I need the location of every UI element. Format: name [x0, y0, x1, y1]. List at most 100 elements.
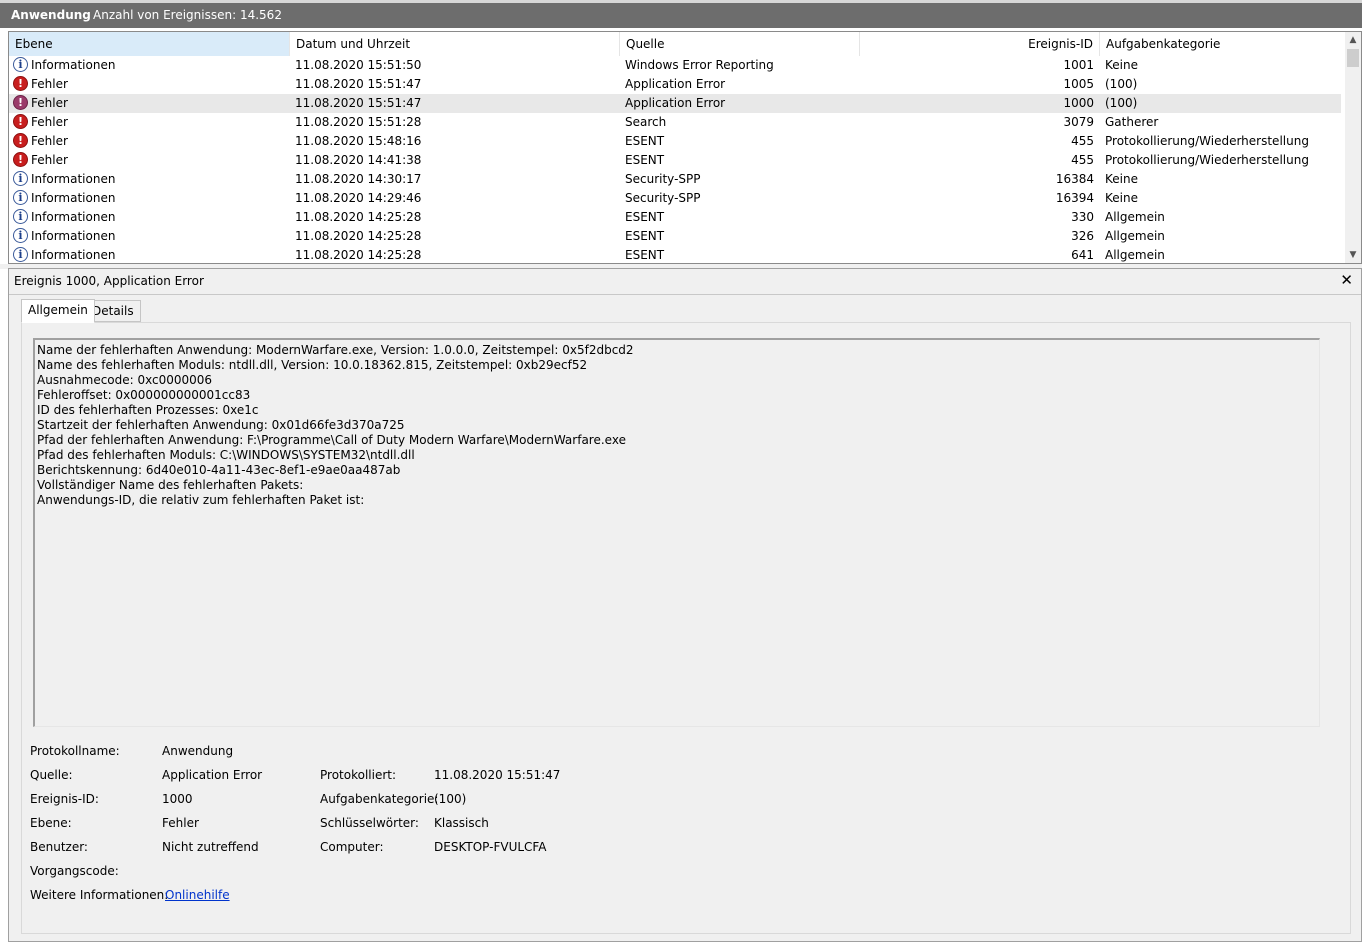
user-label: Benutzer:	[30, 840, 88, 854]
event-source: ESENT	[625, 153, 665, 167]
source-value: Application Error	[162, 768, 263, 782]
event-list-header: Ebene Datum und Uhrzeit Quelle Ereignis-…	[9, 32, 1346, 56]
event-date: 11.08.2020 14:29:46	[295, 191, 422, 205]
event-row[interactable]: i Informationen 11.08.2020 14:25:28 ESEN…	[9, 246, 1341, 263]
logged-value: 11.08.2020 15:51:47	[434, 768, 561, 782]
tab-allgemein[interactable]: Allgemein	[21, 299, 95, 323]
general-tab-panel: Name der fehlerhaften Anwendung: ModernW…	[21, 322, 1351, 934]
level-value: Fehler	[162, 816, 199, 830]
level-label: Ebene:	[30, 816, 72, 830]
event-row[interactable]: i Informationen 11.08.2020 14:29:46 Secu…	[9, 189, 1341, 208]
logged-label: Protokolliert:	[320, 768, 397, 782]
event-source: Security-SPP	[625, 191, 701, 205]
message-line: Pfad des fehlerhaften Moduls: C:\WINDOWS…	[37, 448, 415, 462]
event-category: Protokollierung/Wiederherstellung	[1105, 153, 1309, 167]
event-category: Keine	[1105, 191, 1138, 205]
event-source: Windows Error Reporting	[625, 58, 774, 72]
opcode-label: Vorgangscode:	[30, 864, 119, 878]
log-name: Anwendung	[11, 8, 91, 22]
user-value: Nicht zutreffend	[162, 840, 259, 854]
error-icon: !	[13, 76, 28, 91]
event-count: Anzahl von Ereignissen: 14.562	[93, 8, 282, 22]
event-id-label: Ereignis-ID:	[30, 792, 99, 806]
event-source: ESENT	[625, 134, 665, 148]
event-level: Fehler	[31, 153, 68, 167]
event-row[interactable]: i Informationen 11.08.2020 14:25:28 ESEN…	[9, 227, 1341, 246]
column-header-date[interactable]: Datum und Uhrzeit	[290, 32, 620, 56]
event-row[interactable]: i Informationen 11.08.2020 14:25:28 ESEN…	[9, 208, 1341, 227]
information-icon: i	[13, 57, 28, 72]
event-date: 11.08.2020 14:25:28	[295, 210, 422, 224]
online-help-link[interactable]: Onlinehilfe	[165, 888, 230, 902]
event-list-scrollbar[interactable]: ▲ ▼	[1345, 32, 1361, 263]
scroll-down-arrow-icon[interactable]: ▼	[1345, 247, 1361, 263]
event-date: 11.08.2020 14:41:38	[295, 153, 422, 167]
event-row-selected[interactable]: ! Fehler 11.08.2020 15:51:47 Application…	[9, 94, 1341, 113]
event-source: Application Error	[625, 96, 726, 110]
event-row[interactable]: ! Fehler 11.08.2020 15:51:28 Search 3079…	[9, 113, 1341, 132]
event-id: 1000	[1063, 96, 1094, 110]
event-date: 11.08.2020 15:51:47	[295, 77, 422, 91]
task-category-label: Aufgabenkategorie:	[320, 792, 439, 806]
error-icon: !	[13, 152, 28, 167]
event-id: 16394	[1055, 191, 1094, 205]
event-date: 11.08.2020 14:25:28	[295, 229, 422, 243]
event-row[interactable]: ! Fehler 11.08.2020 14:41:38 ESENT 455 P…	[9, 151, 1341, 170]
event-detail-header: Ereignis 1000, Application Error ✕	[9, 269, 1361, 295]
event-message-box[interactable]: Name der fehlerhaften Anwendung: ModernW…	[33, 338, 1320, 727]
computer-label: Computer:	[320, 840, 384, 854]
event-row[interactable]: ! Fehler 11.08.2020 15:48:16 ESENT 455 P…	[9, 132, 1341, 151]
event-id: 1001	[1063, 58, 1094, 72]
scroll-thumb[interactable]	[1347, 49, 1359, 67]
source-label: Quelle:	[30, 768, 73, 782]
event-level: Fehler	[31, 77, 68, 91]
event-row[interactable]: i Informationen 11.08.2020 14:30:17 Secu…	[9, 170, 1341, 189]
log-header-bar: Anwendung Anzahl von Ereignissen: 14.562	[0, 0, 1362, 28]
event-source: ESENT	[625, 229, 665, 243]
information-icon: i	[13, 171, 28, 186]
event-category: Protokollierung/Wiederherstellung	[1105, 134, 1309, 148]
event-date: 11.08.2020 14:30:17	[295, 172, 422, 186]
event-id: 326	[1071, 229, 1094, 243]
message-line: Startzeit der fehlerhaften Anwendung: 0x…	[37, 418, 405, 432]
scroll-up-arrow-icon[interactable]: ▲	[1345, 32, 1361, 48]
event-level: Informationen	[31, 172, 116, 186]
event-row[interactable]: i Informationen 11.08.2020 15:51:50 Wind…	[9, 56, 1341, 75]
event-date: 11.08.2020 15:51:47	[295, 96, 422, 110]
event-category: (100)	[1105, 77, 1138, 91]
message-line: Berichtskennung: 6d40e010-4a11-43ec-8ef1…	[37, 463, 401, 477]
column-header-level[interactable]: Ebene	[9, 32, 290, 56]
error-icon: !	[13, 95, 28, 110]
event-category: Allgemein	[1105, 210, 1165, 224]
event-date: 11.08.2020 15:51:50	[295, 58, 422, 72]
information-icon: i	[13, 228, 28, 243]
event-row[interactable]: ! Fehler 11.08.2020 15:51:47 Application…	[9, 75, 1341, 94]
event-source: ESENT	[625, 210, 665, 224]
event-date: 11.08.2020 14:25:28	[295, 248, 422, 262]
column-header-task-category[interactable]: Aufgabenkategorie	[1100, 32, 1346, 56]
column-header-source[interactable]: Quelle	[620, 32, 860, 56]
event-detail-title: Ereignis 1000, Application Error	[14, 274, 204, 288]
close-icon[interactable]: ✕	[1340, 271, 1353, 289]
event-id: 455	[1071, 153, 1094, 167]
information-icon: i	[13, 209, 28, 224]
event-date: 11.08.2020 15:48:16	[295, 134, 422, 148]
event-category: Keine	[1105, 58, 1138, 72]
event-category: Allgemein	[1105, 229, 1165, 243]
column-header-event-id[interactable]: Ereignis-ID	[860, 32, 1100, 56]
event-list[interactable]: Ebene Datum und Uhrzeit Quelle Ereignis-…	[8, 31, 1362, 264]
message-line: Name der fehlerhaften Anwendung: ModernW…	[37, 343, 634, 357]
event-id: 330	[1071, 210, 1094, 224]
message-line: Fehleroffset: 0x000000000001cc83	[37, 388, 251, 402]
keywords-value: Klassisch	[434, 816, 489, 830]
message-line: Anwendungs-ID, die relativ zum fehlerhaf…	[37, 493, 365, 507]
event-id: 641	[1071, 248, 1094, 262]
event-category: Keine	[1105, 172, 1138, 186]
event-level: Fehler	[31, 115, 68, 129]
event-level: Informationen	[31, 229, 116, 243]
event-category: Allgemein	[1105, 248, 1165, 262]
event-source: Search	[625, 115, 667, 129]
event-level: Fehler	[31, 134, 68, 148]
computer-value: DESKTOP-FVULCFA	[434, 840, 547, 854]
event-level: Informationen	[31, 210, 116, 224]
